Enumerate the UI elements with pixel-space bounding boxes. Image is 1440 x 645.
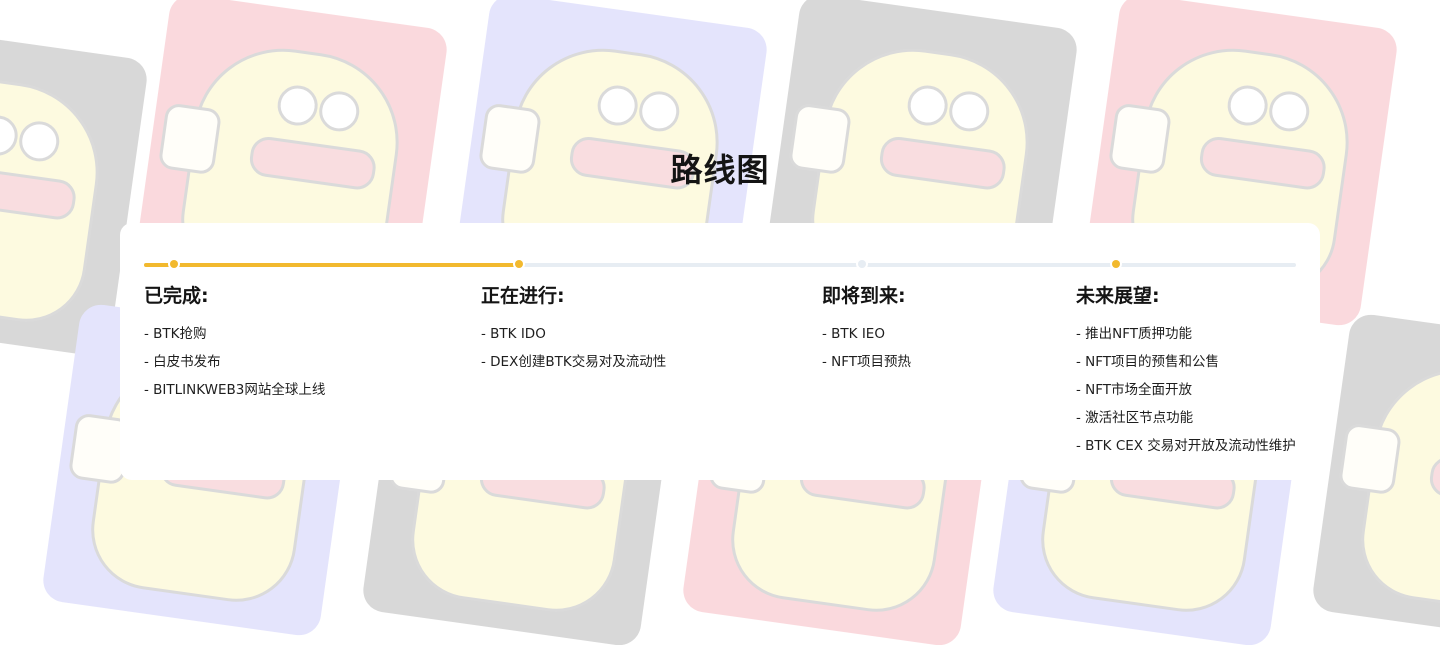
roadmap-column-completed: 已完成: - BTK抢购 - 白皮书发布 - BITLINKWEB3网站全球上线 — [144, 281, 325, 404]
mascot-tile — [1310, 311, 1440, 645]
milestone-dot-upcoming — [858, 260, 866, 268]
milestone-dot-in-progress — [515, 260, 523, 268]
page-title: 路线图 — [670, 151, 770, 190]
milestone-item: - NFT项目的预售和公售 — [1076, 354, 1220, 370]
milestone-list: - BTK抢购 - 白皮书发布 - BITLINKWEB3网站全球上线 — [144, 320, 325, 404]
roadmap-progress-fill — [144, 263, 519, 267]
milestone-item: - 激活社区节点功能 — [1076, 410, 1194, 426]
column-title: 未来展望: — [1076, 285, 1160, 307]
milestone-item: - BTK抢购 — [144, 326, 207, 342]
column-title: 即将到来: — [822, 285, 906, 307]
milestone-item: - NFT市场全面开放 — [1076, 382, 1193, 398]
milestone-item: - BTK IDO — [481, 326, 546, 342]
roadmap-column-in-progress: 正在进行: - BTK IDO - DEX创建BTK交易对及流动性 — [481, 281, 666, 376]
roadmap-page: 路线图 已完成: - BTK抢购 - 白皮书发布 - BITLINKWEB3网站… — [0, 0, 1440, 645]
milestone-dot-completed — [170, 260, 178, 268]
milestone-item: - NFT项目预热 — [822, 354, 912, 370]
milestone-item: - BTK IEO — [822, 326, 885, 342]
roadmap-column-future: 未来展望: - 推出NFT质押功能 - NFT项目的预售和公售 - NFT市场全… — [1076, 281, 1296, 460]
column-title: 已完成: — [144, 285, 209, 307]
roadmap-progress-track — [144, 260, 1296, 268]
roadmap-card: 已完成: - BTK抢购 - 白皮书发布 - BITLINKWEB3网站全球上线… — [120, 223, 1320, 480]
roadmap-column-upcoming: 即将到来: - BTK IEO - NFT项目预热 — [822, 281, 911, 376]
milestone-item: - 推出NFT质押功能 — [1076, 326, 1193, 342]
milestone-list: - BTK IDO - DEX创建BTK交易对及流动性 — [481, 320, 666, 376]
milestone-list: - 推出NFT质押功能 - NFT项目的预售和公售 - NFT市场全面开放 - … — [1076, 320, 1296, 460]
milestone-item: - BTK CEX 交易对开放及流动性维护 — [1076, 438, 1296, 454]
milestone-item: - BITLINKWEB3网站全球上线 — [144, 382, 326, 398]
column-title: 正在进行: — [481, 285, 565, 307]
milestone-item: - 白皮书发布 — [144, 354, 221, 370]
milestone-list: - BTK IEO - NFT项目预热 — [822, 320, 911, 376]
milestone-item: - DEX创建BTK交易对及流动性 — [481, 354, 667, 370]
milestone-dot-future — [1112, 260, 1120, 268]
